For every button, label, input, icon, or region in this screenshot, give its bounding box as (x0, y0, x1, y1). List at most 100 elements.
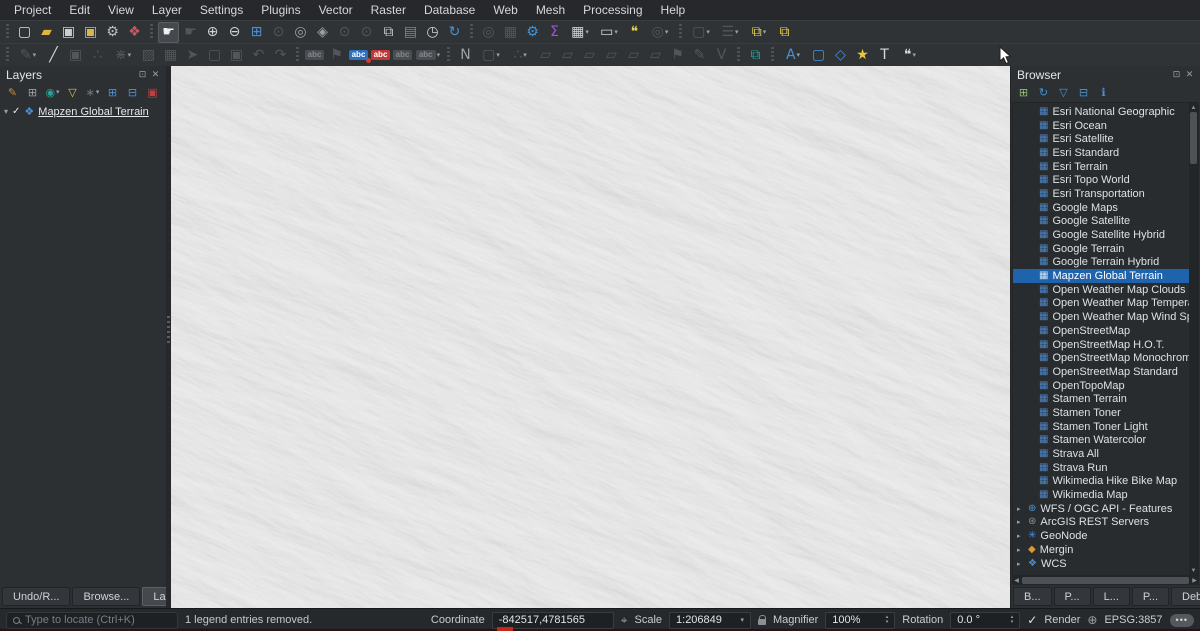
browser-item-wcs[interactable]: ▸❖WCS (1013, 557, 1189, 571)
undo-button[interactable]: ↶ (248, 45, 269, 66)
browser-item-strava-all[interactable]: ▦Strava All (1013, 447, 1189, 461)
locate-input[interactable] (25, 614, 171, 626)
chevron-down-icon[interactable]: ▾ (913, 51, 917, 59)
toolbar-handle[interactable] (294, 47, 301, 63)
browser-item-wfs-ogc-api-features[interactable]: ▸⊕WFS / OGC API - Features (1013, 502, 1189, 516)
open-project-button[interactable]: ▰ (36, 22, 57, 43)
browser-item-google-satellite-hybrid[interactable]: ▦Google Satellite Hybrid (1013, 228, 1189, 242)
extents-icon[interactable]: ⌖ (621, 613, 628, 628)
annotation-fixed-button[interactable]: ⧉ (774, 22, 795, 43)
scroll-down-icon[interactable]: ▼ (1191, 566, 1197, 575)
chevron-down-icon[interactable]: ▾ (128, 51, 132, 59)
simplify-feature-button[interactable]: ▱ (601, 45, 622, 66)
browser-vertical-scrollbar[interactable]: ▲ ▼ (1189, 103, 1198, 575)
browser-item-geonode[interactable]: ▸✳GeoNode (1013, 529, 1189, 543)
redo-button[interactable]: ↷ (270, 45, 291, 66)
chevron-down-icon[interactable]: ▾ (614, 28, 618, 36)
style-manager-button[interactable]: ❖ (124, 22, 145, 43)
browser-item-openstreetmap-monochrome[interactable]: ▦OpenStreetMap Monochrome (1013, 351, 1189, 365)
identify-features-button[interactable]: ◎ (478, 22, 499, 43)
attribute-table-button[interactable]: ▦▾ (566, 22, 594, 43)
layer-item-mapzen-global-terrain[interactable]: ▾ ✓ ❖ Mapzen Global Terrain (0, 103, 166, 120)
browser-item-esri-standard[interactable]: ▦Esri Standard (1013, 146, 1189, 160)
cut-features-button[interactable]: ➤ (182, 45, 203, 66)
expander-icon[interactable]: ▸ (1017, 518, 1024, 526)
chevron-down-icon[interactable]: ▾ (496, 51, 500, 59)
spin-down-icon[interactable]: ▾ (886, 620, 889, 626)
magnifier-spinbox[interactable]: 100% ▴▾ (825, 612, 895, 629)
label-toolbar-a-button[interactable]: abc (392, 45, 413, 66)
browser-item-wikimedia-map[interactable]: ▦Wikimedia Map (1013, 488, 1189, 502)
browser-item-stamen-watercolor[interactable]: ▦Stamen Watercolor (1013, 434, 1189, 448)
scroll-right-icon[interactable]: ▶ (1190, 577, 1199, 584)
filter-browser-button[interactable]: ▽ (1055, 84, 1072, 100)
run-feature-action-button[interactable]: ▦ (500, 22, 521, 43)
zoom-out-button[interactable]: ⊖ (224, 22, 245, 43)
collapse-all-browser-button[interactable]: ⊟ (1075, 84, 1092, 100)
browser-item-stamen-terrain[interactable]: ▦Stamen Terrain (1013, 392, 1189, 406)
browser-item-esri-topo-world[interactable]: ▦Esri Topo World (1013, 173, 1189, 187)
dock-tab-b[interactable]: B... (1013, 587, 1052, 606)
annotations-toggle-button[interactable]: ⧉▾ (745, 22, 773, 43)
expander-icon[interactable]: ▸ (1017, 560, 1024, 568)
toolbar-handle[interactable] (769, 47, 776, 63)
menu-layer[interactable]: Layer (144, 1, 190, 19)
manage-map-themes-button[interactable]: ◉▾ (44, 84, 61, 100)
zoom-native-button[interactable]: ◈ (312, 22, 333, 43)
label-toolbar-b-button[interactable]: abc▾ (414, 45, 442, 66)
chevron-down-icon[interactable]: ▾ (437, 51, 441, 59)
map-themes-layers-button[interactable]: ⧉ (745, 45, 766, 66)
layer-diagram-button[interactable]: abc (370, 45, 391, 66)
polygon-annotation-button[interactable]: ◇ (830, 45, 851, 66)
save-project-as-button[interactable]: ▣ (80, 22, 101, 43)
layer-labeling-button[interactable]: abc (348, 45, 369, 66)
rotate-feature-button[interactable]: ▱ (579, 45, 600, 66)
add-record-button[interactable]: ▨ (138, 45, 159, 66)
toolbar-handle[interactable] (4, 47, 11, 63)
offset-curve-button[interactable]: ⚑ (667, 45, 688, 66)
scale-combobox[interactable]: 1:206849 ▾ (669, 612, 751, 629)
select-polygon-button[interactable]: ▢▾ (477, 45, 505, 66)
zoom-to-selection-button[interactable]: ⊙ (268, 22, 289, 43)
browser-item-open-weather-map-wind-speed[interactable]: ▦Open Weather Map Wind Speed (1013, 310, 1189, 324)
digitize-shape-button[interactable]: ∴▾ (506, 45, 534, 66)
project-properties-button[interactable]: ⚙ (102, 22, 123, 43)
current-edits-button[interactable]: ✎▾ (14, 45, 42, 66)
menu-help[interactable]: Help (653, 1, 694, 19)
new-spatial-bookmark-button[interactable]: ◎▾ (646, 22, 674, 43)
move-feature-button[interactable]: ▱ (535, 45, 556, 66)
pan-map-button[interactable]: ☛ (158, 22, 179, 43)
fill-ring-button[interactable]: ▱ (645, 45, 666, 66)
chevron-down-icon[interactable]: ▾ (797, 51, 801, 59)
save-project-button[interactable]: ▣ (58, 22, 79, 43)
close-panel-icon[interactable]: ✕ (149, 68, 162, 81)
close-panel-icon[interactable]: ✕ (1183, 68, 1196, 81)
copy-move-feature-button[interactable]: ▱ (557, 45, 578, 66)
toolbar-handle[interactable] (4, 24, 11, 40)
balloon-annotation-button[interactable]: ❝▾ (896, 45, 924, 66)
browser-item-esri-national-geographic[interactable]: ▦Esri National Geographic (1013, 105, 1189, 119)
chevron-down-icon[interactable]: ▾ (741, 616, 745, 624)
expander-icon[interactable]: ▸ (1017, 532, 1024, 540)
zoom-full-button[interactable]: ⊞ (246, 22, 267, 43)
browser-item-esri-ocean[interactable]: ▦Esri Ocean (1013, 119, 1189, 133)
text-annotation-button[interactable]: T (874, 45, 895, 66)
browser-item-strava-run[interactable]: ▦Strava Run (1013, 461, 1189, 475)
zoom-in-button[interactable]: ⊕ (202, 22, 223, 43)
dock-tab-p[interactable]: P... (1054, 587, 1091, 606)
chevron-down-icon[interactable]: ▾ (96, 88, 100, 96)
save-layer-edits-button[interactable]: ▣ (65, 45, 86, 66)
expander-icon[interactable]: ▸ (1017, 546, 1024, 554)
browser-item-opentopomap[interactable]: ▦OpenTopoMap (1013, 379, 1189, 393)
remove-layer-button[interactable]: ▣ (144, 84, 161, 100)
paste-features-button[interactable]: ▣ (226, 45, 247, 66)
chevron-down-icon[interactable]: ▾ (523, 51, 527, 59)
chevron-down-icon[interactable]: ▾ (56, 88, 60, 96)
chevron-down-icon[interactable]: ▾ (33, 51, 37, 59)
toolbar-handle[interactable] (148, 24, 155, 40)
processing-toolbox-button[interactable]: ⚙ (522, 22, 543, 43)
chevron-down-icon[interactable]: ▾ (585, 28, 589, 36)
browser-item-mergin[interactable]: ▸◆Mergin (1013, 543, 1189, 557)
browser-item-openstreetmap[interactable]: ▦OpenStreetMap (1013, 324, 1189, 338)
float-panel-icon[interactable]: ⊡ (1170, 68, 1183, 81)
